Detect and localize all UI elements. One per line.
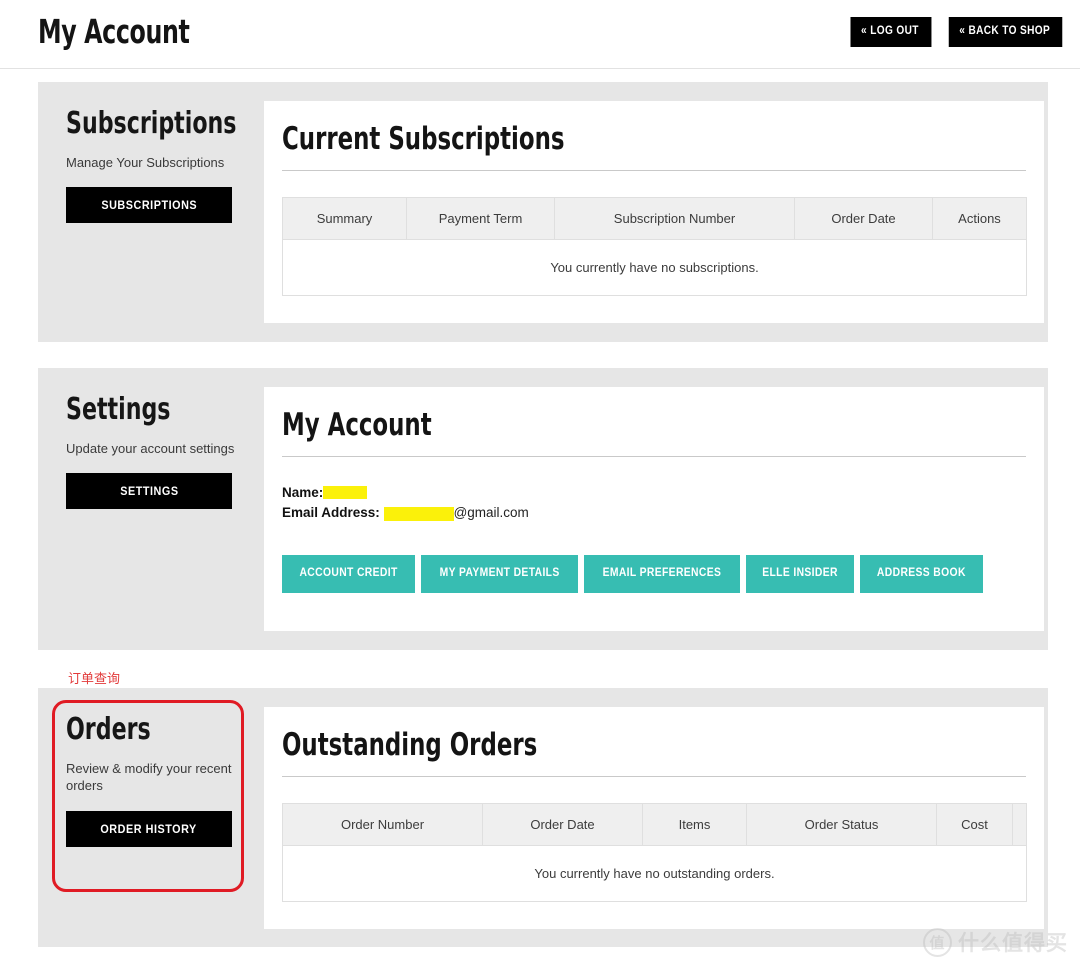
column-header-actions[interactable]: Actions <box>932 196 1027 240</box>
watermark: 值 什么值得买 <box>923 927 1068 957</box>
table-header-row: Summary Payment Term Subscription Number… <box>282 196 1027 240</box>
table-header-row: Order Number Order Date Items Order Stat… <box>282 802 1027 846</box>
subscriptions-section: Subscriptions Manage Your Subscriptions … <box>38 82 1048 342</box>
panel-divider <box>282 169 1026 171</box>
address-book-button[interactable]: ADDRESS BOOK <box>860 555 984 593</box>
account-credit-label: ACCOUNT CREDIT <box>299 567 398 580</box>
subscriptions-side-title: Subscriptions <box>66 106 237 141</box>
settings-side-title: Settings <box>66 392 171 427</box>
account-email-row: Email Address: @gmail.com <box>282 503 1026 524</box>
email-preferences-label: EMAIL PREFERENCES <box>602 567 722 580</box>
outstanding-orders-title: Outstanding Orders <box>282 727 538 763</box>
current-subscriptions-title: Current Subscriptions <box>282 121 565 157</box>
subscriptions-button[interactable]: SUBSCRIPTIONS <box>66 187 232 224</box>
settings-button[interactable]: SETTINGS <box>66 473 232 510</box>
annotation-label: 订单查询 <box>68 672 121 687</box>
name-redaction <box>323 486 368 500</box>
my-payment-details-button[interactable]: MY PAYMENT DETAILS <box>421 555 579 593</box>
email-preferences-button[interactable]: EMAIL PREFERENCES <box>584 555 741 593</box>
subscriptions-table: Summary Payment Term Subscription Number… <box>282 196 1027 296</box>
account-name-row: Name: <box>282 483 1026 504</box>
my-account-panel: My Account Name: Email Address: @gmail.c… <box>264 387 1044 631</box>
orders-side-title: Orders <box>66 712 151 747</box>
orders-sidebar: Orders Review & modify your recent order… <box>38 688 264 847</box>
column-header-order-date[interactable]: Order Date <box>794 196 933 240</box>
column-header-payment-term[interactable]: Payment Term <box>406 196 555 240</box>
name-label: Name: <box>282 484 324 500</box>
settings-button-label: SETTINGS <box>119 484 179 499</box>
subscriptions-empty-message: You currently have no subscriptions. <box>282 239 1027 296</box>
column-header-order-number[interactable]: Order Number <box>282 802 483 846</box>
header-actions: « LOG OUT « BACK TO SHOP <box>845 17 1070 47</box>
subscriptions-sidebar: Subscriptions Manage Your Subscriptions … <box>38 82 264 224</box>
log-out-button[interactable]: « LOG OUT <box>850 17 932 47</box>
account-details: Name: Email Address: @gmail.com <box>282 483 1026 525</box>
column-header-order-date[interactable]: Order Date <box>482 802 643 846</box>
elle-insider-label: ELLE INSIDER <box>762 567 839 580</box>
my-account-panel-title: My Account <box>282 407 432 443</box>
column-header-summary[interactable]: Summary <box>282 196 407 240</box>
column-header-order-status[interactable]: Order Status <box>746 802 937 846</box>
email-domain: @gmail.com <box>453 505 529 521</box>
page-title: My Account <box>38 12 190 51</box>
subscriptions-side-description: Manage Your Subscriptions <box>66 154 225 170</box>
outstanding-orders-table: Order Number Order Date Items Order Stat… <box>282 802 1027 902</box>
address-book-label: ADDRESS BOOK <box>877 567 967 580</box>
email-label: Email Address: <box>282 505 380 521</box>
column-header-subscription-number[interactable]: Subscription Number <box>554 196 795 240</box>
watermark-badge-icon: 值 <box>923 927 952 957</box>
outstanding-orders-panel: Outstanding Orders Order Number Order Da… <box>264 707 1044 929</box>
panel-divider <box>282 775 1026 777</box>
panel-divider <box>282 455 1026 457</box>
elle-insider-button[interactable]: ELLE INSIDER <box>746 555 855 593</box>
watermark-text: 什么值得买 <box>958 931 1068 955</box>
settings-section: Settings Update your account settings SE… <box>38 368 1048 650</box>
settings-side-description: Update your account settings <box>66 440 235 456</box>
table-row: You currently have no subscriptions. <box>282 239 1027 296</box>
order-history-button[interactable]: ORDER HISTORY <box>66 810 232 847</box>
column-header-cost[interactable]: Cost <box>936 802 1013 846</box>
subscriptions-button-label: SUBSCRIPTIONS <box>101 198 197 213</box>
orders-side-description: Review & modify your recent orders <box>66 760 232 794</box>
table-row: You currently have no outstanding orders… <box>282 845 1027 902</box>
email-redaction <box>383 506 454 521</box>
orders-section: Orders Review & modify your recent order… <box>38 688 1048 947</box>
order-history-button-label: ORDER HISTORY <box>100 821 198 836</box>
back-to-shop-button[interactable]: « BACK TO SHOP <box>948 17 1063 47</box>
current-subscriptions-panel: Current Subscriptions Summary Payment Te… <box>264 101 1044 323</box>
account-credit-button[interactable]: ACCOUNT CREDIT <box>282 555 416 593</box>
column-header-blank <box>1012 802 1027 846</box>
account-action-buttons: ACCOUNT CREDIT MY PAYMENT DETAILS EMAIL … <box>282 555 1026 593</box>
orders-empty-message: You currently have no outstanding orders… <box>282 845 1027 902</box>
my-payment-details-label: MY PAYMENT DETAILS <box>439 567 560 580</box>
page-header: My Account « LOG OUT « BACK TO SHOP <box>0 0 1080 69</box>
column-header-items[interactable]: Items <box>642 802 747 846</box>
settings-sidebar: Settings Update your account settings SE… <box>38 368 264 510</box>
